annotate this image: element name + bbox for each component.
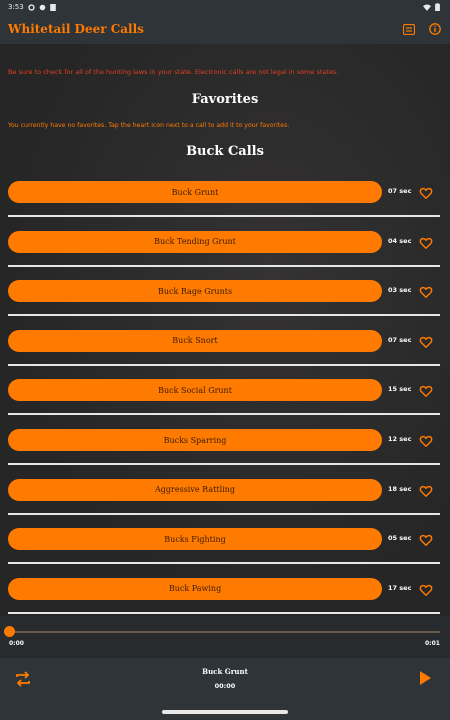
- wifi-icon: [423, 4, 431, 11]
- square-icon: [49, 3, 56, 11]
- call-play-button[interactable]: Buck Pawing: [8, 577, 382, 600]
- call-duration: 05 sec: [388, 534, 412, 543]
- call-duration: 17 sec: [388, 583, 412, 592]
- call-row: Buck Snort 07 sec: [0, 329, 450, 379]
- seek-thumb[interactable]: [4, 626, 15, 637]
- battery-icon: [435, 3, 440, 11]
- call-row: Buck Grunt 07 sec: [0, 181, 450, 230]
- row-divider: [8, 562, 440, 565]
- row-divider: [8, 512, 440, 515]
- favorites-heading: Favorites: [191, 92, 259, 107]
- total-time: 0:01: [425, 640, 440, 647]
- heart-icon[interactable]: [419, 582, 433, 596]
- row-divider: [8, 463, 440, 465]
- heart-icon[interactable]: [419, 185, 433, 199]
- heart-icon[interactable]: [419, 483, 433, 497]
- heart-icon[interactable]: [419, 284, 433, 299]
- call-duration: 07 sec: [388, 187, 412, 195]
- legal-disclaimer: Be sure to check for all of the hunting …: [8, 68, 339, 76]
- gear-icon: [28, 3, 35, 11]
- call-duration: 03 sec: [388, 286, 412, 295]
- call-row: Bucks Fighting 05 sec: [0, 528, 450, 577]
- call-play-button[interactable]: Buck Tending Grunt: [8, 230, 382, 253]
- call-row: Bucks Sparring 12 sec: [0, 429, 450, 478]
- app-title: Whitetail Deer Calls: [8, 22, 144, 36]
- app-bar: Whitetail Deer Calls: [0, 14, 450, 44]
- call-play-button[interactable]: Buck Rage Grunts: [8, 280, 382, 303]
- call-duration: 18 sec: [388, 484, 412, 493]
- status-bar: 3:53: [0, 0, 450, 14]
- status-time: 3:53: [8, 3, 24, 11]
- home-indicator[interactable]: [162, 710, 288, 714]
- call-play-button[interactable]: Aggressive Rattling: [8, 478, 382, 501]
- row-divider: [8, 314, 440, 317]
- elapsed-time: 0:00: [9, 640, 24, 647]
- now-playing-time: 00:00: [214, 682, 236, 690]
- now-playing-title: Buck Grunt: [202, 667, 248, 676]
- heart-icon[interactable]: [419, 383, 433, 398]
- heart-icon[interactable]: [419, 532, 433, 547]
- call-play-button[interactable]: Buck Social Grunt: [8, 379, 382, 402]
- call-duration: 04 sec: [388, 236, 412, 245]
- call-play-button[interactable]: Bucks Sparring: [8, 429, 382, 451]
- heart-icon[interactable]: [419, 334, 433, 348]
- call-row: Buck Rage Grunts 03 sec: [0, 280, 450, 329]
- info-icon[interactable]: [428, 22, 442, 36]
- row-divider: [8, 264, 440, 267]
- call-row: Buck Social Grunt 15 sec: [0, 379, 450, 428]
- call-duration: 12 sec: [388, 435, 412, 443]
- call-duration: 15 sec: [388, 385, 412, 394]
- call-play-button[interactable]: Bucks Fighting: [8, 528, 382, 551]
- call-play-button[interactable]: Buck Snort: [8, 329, 382, 352]
- row-divider: [8, 215, 440, 217]
- row-divider: [8, 611, 440, 614]
- row-divider: [8, 413, 440, 416]
- player-seekbar[interactable]: 0:00 0:01: [0, 616, 450, 658]
- call-row: Buck Tending Grunt 04 sec: [0, 230, 450, 280]
- seek-track[interactable]: [9, 631, 440, 633]
- row-divider: [8, 363, 440, 366]
- now-playing-bar: Buck Grunt 00:00: [0, 658, 450, 720]
- circle-icon: [39, 4, 46, 10]
- call-row: Buck Pawing 17 sec: [0, 577, 450, 616]
- heart-icon[interactable]: [419, 235, 433, 249]
- call-list[interactable]: Be sure to check for all of the hunting …: [0, 44, 450, 616]
- call-row: Aggressive Rattling 18 sec: [0, 478, 450, 528]
- call-duration: 07 sec: [388, 335, 412, 344]
- list-icon[interactable]: [402, 22, 416, 36]
- call-play-button[interactable]: Buck Grunt: [8, 181, 382, 203]
- buck-calls-heading: Buck Calls: [186, 144, 264, 159]
- favorites-empty-note: You currently have no favorites. Tap the…: [8, 122, 290, 129]
- play-icon[interactable]: [418, 670, 434, 688]
- heart-icon[interactable]: [419, 433, 433, 447]
